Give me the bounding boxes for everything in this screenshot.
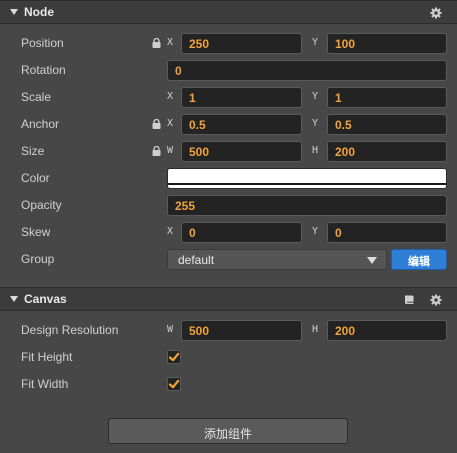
dropdown-caret-icon (367, 257, 377, 264)
anchor-label: Anchor (21, 117, 60, 131)
scale-x-input[interactable]: 1 (181, 87, 302, 108)
position-label: Position (21, 36, 64, 50)
size-row: Size W 500 H 200 (0, 138, 457, 165)
add-component-button[interactable]: 添加组件 (108, 418, 348, 444)
canvas-section-title: Canvas (24, 292, 67, 306)
node-section-title: Node (24, 5, 54, 19)
fit-height-row: Fit Height (0, 344, 457, 371)
gear-icon[interactable] (430, 7, 442, 19)
opacity-input[interactable]: 255 (167, 195, 447, 216)
position-y-axis-label: Y (312, 37, 319, 48)
design-resolution-h-axis-label: H (312, 324, 319, 335)
lock-icon[interactable] (152, 119, 161, 129)
size-w-axis-label: W (167, 145, 174, 156)
canvas-section-header[interactable]: Canvas (0, 287, 457, 311)
scale-label: Scale (21, 90, 52, 104)
design-resolution-w-axis-label: W (167, 324, 174, 335)
size-height-input[interactable]: 200 (327, 141, 447, 162)
anchor-x-axis-label: X (167, 118, 174, 129)
opacity-label: Opacity (21, 198, 62, 212)
position-y-input[interactable]: 100 (327, 33, 447, 54)
position-x-axis-label: X (167, 37, 174, 48)
anchor-y-input[interactable]: 0.5 (327, 114, 447, 135)
position-x-input[interactable]: 250 (181, 33, 302, 54)
scale-x-axis-label: X (167, 91, 174, 102)
fit-width-row: Fit Width (0, 371, 457, 398)
node-section-header[interactable]: Node (0, 0, 457, 24)
lock-icon[interactable] (152, 146, 161, 156)
color-alpha-bar (168, 183, 446, 185)
anchor-x-input[interactable]: 0.5 (181, 114, 302, 135)
lock-icon[interactable] (152, 38, 161, 48)
size-width-input[interactable]: 500 (181, 141, 302, 162)
group-select[interactable]: default (167, 249, 387, 270)
color-row: Color (0, 165, 457, 192)
group-selected-value: default (178, 253, 215, 267)
fit-width-label: Fit Width (21, 377, 69, 391)
book-icon[interactable] (404, 294, 415, 305)
fit-width-checkbox[interactable] (167, 377, 181, 391)
size-h-axis-label: H (312, 145, 319, 156)
collapse-triangle-icon[interactable] (10, 9, 18, 15)
design-resolution-width-input[interactable]: 500 (181, 320, 302, 341)
skew-y-axis-label: Y (312, 226, 319, 237)
anchor-row: Anchor X 0.5 Y 0.5 (0, 111, 457, 138)
skew-y-input[interactable]: 0 (327, 222, 447, 243)
collapse-triangle-icon[interactable] (10, 296, 18, 302)
skew-row: Skew X 0 Y 0 (0, 219, 457, 246)
fit-height-checkbox[interactable] (167, 350, 181, 364)
skew-x-input[interactable]: 0 (181, 222, 302, 243)
size-label: Size (21, 144, 45, 158)
checkmark-icon (168, 379, 180, 389)
scale-y-axis-label: Y (312, 91, 319, 102)
edit-group-button[interactable]: 编辑 (391, 249, 447, 270)
fit-height-label: Fit Height (21, 350, 73, 364)
rotation-row: Rotation 0 (0, 57, 457, 84)
skew-label: Skew (21, 225, 51, 239)
rotation-label: Rotation (21, 63, 66, 77)
position-row: Position X 250 Y 100 (0, 30, 457, 57)
color-label: Color (21, 171, 50, 185)
design-resolution-height-input[interactable]: 200 (327, 320, 447, 341)
color-picker-field[interactable] (167, 168, 447, 189)
skew-x-axis-label: X (167, 226, 174, 237)
anchor-y-axis-label: Y (312, 118, 319, 129)
opacity-row: Opacity 255 (0, 192, 457, 219)
checkmark-icon (168, 352, 180, 362)
design-resolution-label: Design Resolution (21, 323, 119, 337)
group-label: Group (21, 252, 55, 266)
rotation-input[interactable]: 0 (167, 60, 447, 81)
design-resolution-row: Design Resolution W 500 H 200 (0, 317, 457, 344)
gear-icon[interactable] (430, 294, 442, 306)
scale-y-input[interactable]: 1 (327, 87, 447, 108)
scale-row: Scale X 1 Y 1 (0, 84, 457, 111)
group-row: Group default 编辑 (0, 246, 457, 273)
